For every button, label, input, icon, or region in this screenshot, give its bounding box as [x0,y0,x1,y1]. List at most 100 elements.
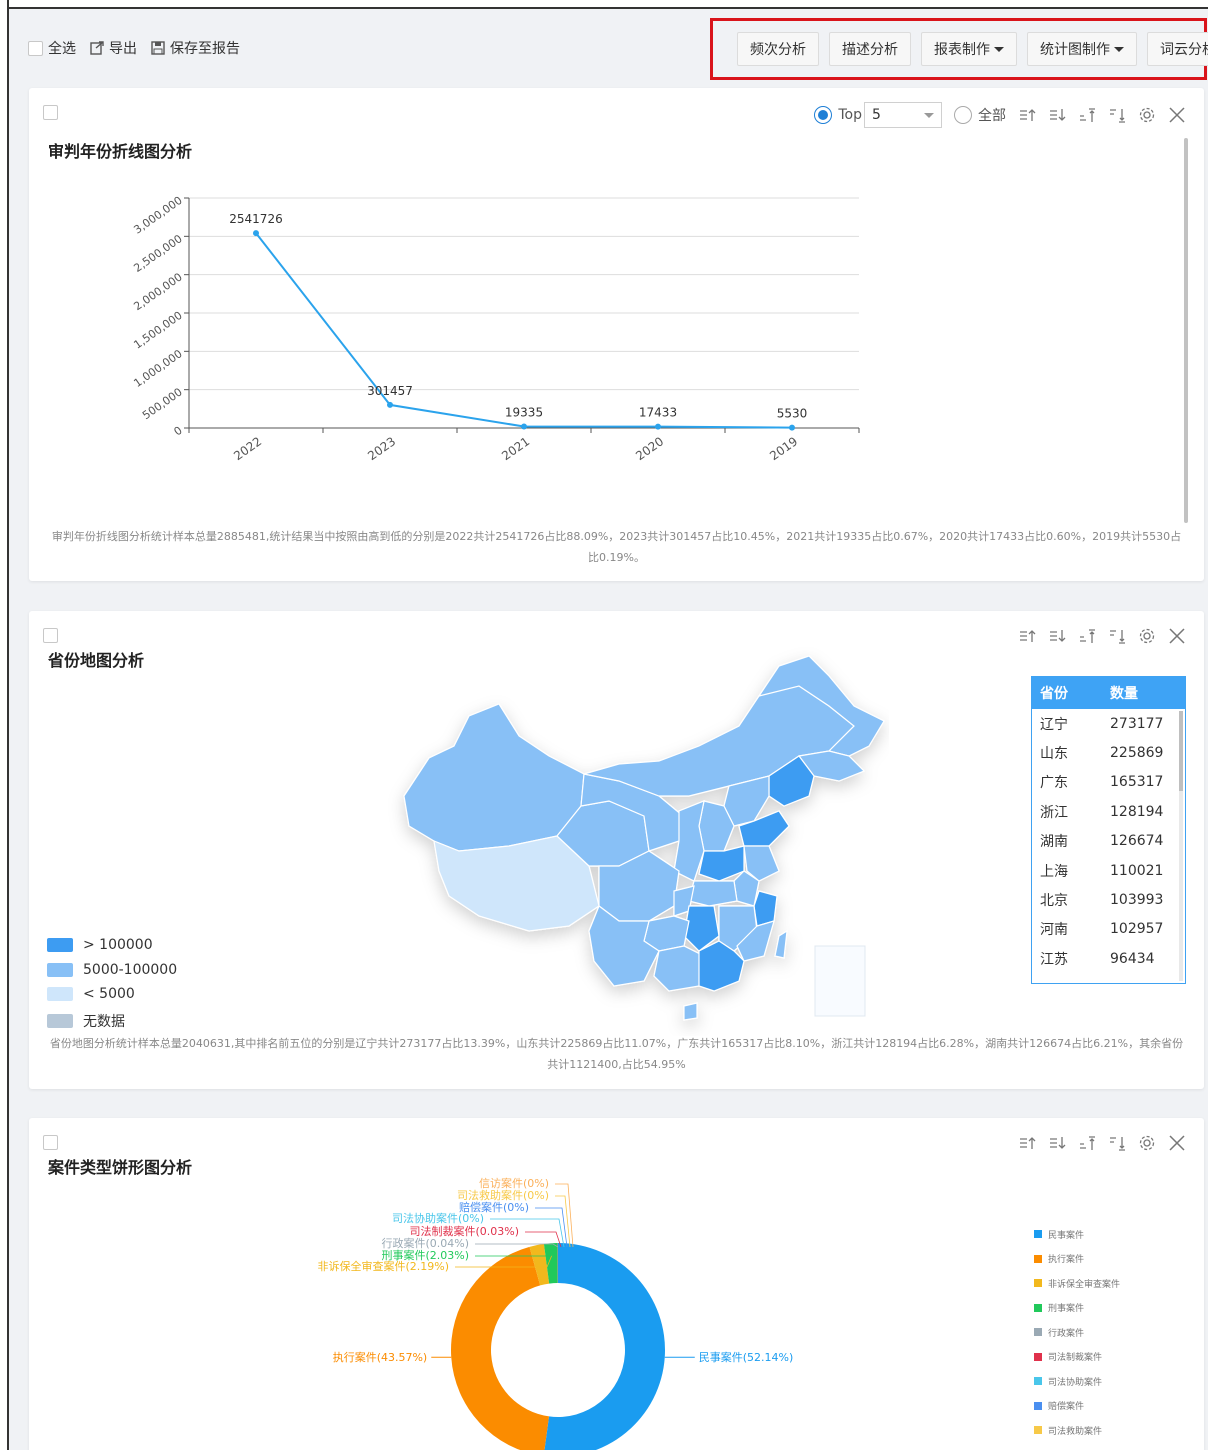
frequency-analysis-button[interactable]: 频次分析 [737,32,819,66]
pie-legend: 民事案件 执行案件非诉保全审查案件 刑事案件行政案件 司法制裁案件 司法协助案件 赔偿案件… [1034,1222,1120,1443]
chart-make-dropdown[interactable]: 统计图制作 [1027,32,1137,66]
donut-chart: 民事案件(52.14%)执行案件(43.57%)非诉保全审查案件(2.19%)刑… [317,1176,794,1450]
data-label: 19335 [505,406,543,420]
column-header-province: 省份 [1040,686,1068,702]
count-cell: 273177 [1110,715,1164,732]
column-header-count: 数量 [1110,686,1138,702]
legend-label: 刑事案件 [1048,1304,1085,1315]
legend-swatch [47,963,73,977]
pie-slice[interactable] [451,1246,550,1450]
panel-province-map: 省份地图分析 > 100000 5000-100000 < 5000 无数据 省… [29,611,1204,1089]
legend-item[interactable]: 司法救助案件 [1034,1418,1120,1443]
legend-label: 司法救助案件 [1048,1426,1103,1437]
main-toolbar: 全选 导出 保存至报告 [28,34,240,62]
panel-title: 省份地图分析 [48,651,145,670]
legend-item[interactable]: 赔偿案件 [1034,1394,1120,1419]
legend-item[interactable]: 民事案件 [1034,1222,1120,1247]
legend-item: 无数据 [47,1011,125,1031]
panel-controls [1018,1134,1186,1152]
x-tick-label: 2020 [633,434,666,463]
move-bottom-icon[interactable] [1108,627,1126,645]
move-top-icon[interactable] [1078,1134,1096,1152]
legend-item[interactable]: 司法协助案件 [1034,1369,1120,1394]
table-header: 省份 数量 [1032,677,1185,709]
legend-label: 无数据 [83,1014,125,1030]
legend-swatch [47,938,73,952]
map-guangxi[interactable] [653,945,705,992]
close-icon[interactable] [1168,627,1186,645]
table-row: 山东 225869 [1032,738,1185,767]
legend-item: < 5000 [47,986,135,1002]
legend-item[interactable]: 司法制裁案件 [1034,1345,1120,1370]
move-top-icon[interactable] [1078,627,1096,645]
legend-swatch [47,1014,73,1028]
map-hainan[interactable] [683,1002,698,1021]
data-point[interactable] [789,424,795,431]
slice-label: 刑事案件(2.03%) [381,1248,469,1262]
panel-checkbox[interactable] [43,628,58,643]
table-row: 广东 165317 [1032,768,1185,797]
slice-label: 民事案件(52.14%) [699,1350,794,1364]
count-cell: 103993 [1110,892,1164,909]
move-bottom-icon[interactable] [1108,1134,1126,1152]
map-henan[interactable] [698,845,745,882]
describe-label: 描述分析 [842,42,898,58]
map-xinjiang[interactable] [403,703,585,852]
analysis-toolbar: 频次分析 描述分析 报表制作 统计图制作 词云分析 [710,18,1208,80]
save-report-button[interactable]: 保存至报告 [151,38,240,58]
map-hubei[interactable] [688,880,738,907]
checkbox-icon[interactable] [28,40,43,56]
legend-swatch [1034,1230,1042,1239]
select-all-label: 全选 [48,41,76,57]
data-point[interactable] [387,401,393,408]
slice-label: 行政案件(0.04%) [381,1236,469,1250]
legend-item[interactable]: 非诉保全审查案件 [1034,1271,1120,1296]
sort-desc-icon[interactable] [1048,627,1066,645]
legend-swatch [1034,1254,1042,1263]
y-tick-label: 0 [172,424,185,439]
data-point[interactable] [521,423,527,430]
table-row: 北京 103993 [1032,885,1185,914]
china-map [403,655,885,1021]
legend-item[interactable]: 执行案件 [1034,1247,1120,1272]
legend-item[interactable]: 行政案件 [1034,1320,1120,1345]
data-point[interactable] [655,423,661,430]
table-row: 湖南 126674 [1032,827,1185,856]
data-label: 17433 [639,406,677,420]
table-body: 辽宁 273177 山东 225869 广东 165317 浙江 128194 湖南 126674… [1032,709,1185,974]
table-scrollbar[interactable] [1179,711,1183,791]
province-cell: 河南 [1040,922,1068,939]
sort-asc-icon[interactable] [1018,627,1036,645]
y-tick-label: 1,000,000 [131,347,184,390]
sort-desc-icon[interactable] [1048,1134,1066,1152]
close-icon[interactable] [1168,1134,1186,1152]
count-cell: 126674 [1110,833,1164,850]
data-point[interactable] [253,230,259,237]
count-cell: 102957 [1110,921,1164,938]
select-all-checkbox[interactable]: 全选 [28,38,76,58]
settings-icon[interactable] [1138,627,1156,645]
count-cell: 225869 [1110,745,1164,762]
report-make-dropdown[interactable]: 报表制作 [921,32,1017,66]
legend-swatch [1034,1401,1042,1410]
legend-swatch [1034,1426,1042,1435]
export-button[interactable]: 导出 [90,38,137,58]
table-row: 河南 102957 [1032,915,1185,944]
legend-item: > 100000 [47,937,153,953]
legend-item[interactable]: 刑事案件 [1034,1296,1120,1321]
data-label: 2541726 [229,212,282,226]
save-icon [151,41,165,55]
y-tick-label: 2,000,000 [131,270,184,313]
legend-label: 非诉保全审查案件 [1048,1279,1121,1290]
slice-label: 司法救助案件(0%) [457,1188,549,1202]
settings-icon[interactable] [1138,1134,1156,1152]
y-tick-label: 1,500,000 [131,309,184,352]
wordcloud-analysis-button[interactable]: 词云分析 [1147,32,1208,66]
export-label: 导出 [109,41,137,57]
pie-slice[interactable] [544,1243,665,1450]
wordcloud-label: 词云分析 [1160,42,1208,58]
legend-item: 5000-100000 [47,962,177,978]
map-taiwan[interactable] [774,929,788,959]
panel-year-line: 审判年份折线图分析 Top 5 全部 0 500,000 1,000,000 1,50… [29,88,1204,581]
describe-analysis-button[interactable]: 描述分析 [829,32,911,66]
